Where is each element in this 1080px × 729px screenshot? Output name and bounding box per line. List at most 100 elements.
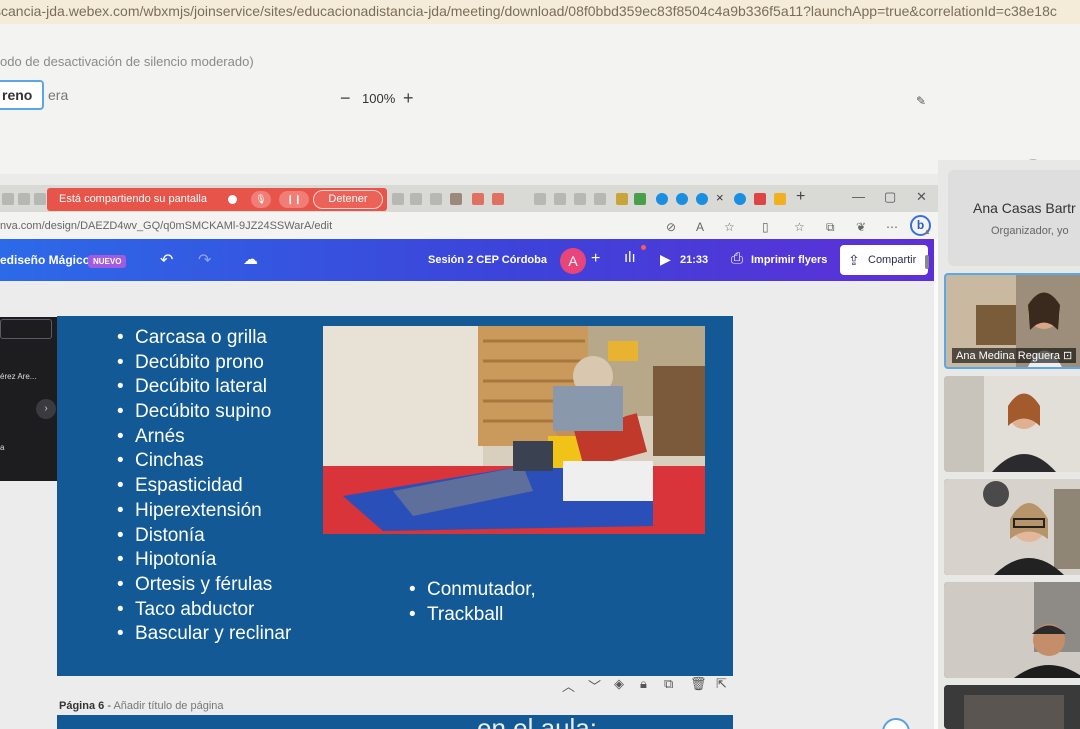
chevron-up-icon[interactable]: ︿ — [562, 676, 575, 695]
tab-icon[interactable] — [472, 193, 484, 205]
tab-icon[interactable] — [34, 193, 46, 205]
record-dot-icon — [228, 195, 237, 204]
organizer-card[interactable]: Ana Casas Bartr Organizador, yo — [948, 170, 1080, 266]
participant-video-active[interactable]: Ana Medina Reguera ⊡ — [944, 273, 1080, 369]
cloud-saved-icon[interactable]: ☁ — [243, 250, 258, 268]
favorites-icon[interactable]: ☆ — [794, 220, 805, 234]
split-screen-icon[interactable]: ▯ — [762, 220, 769, 234]
screen-share-bar: Está compartiendo su pantalla 🎙 ❙❙ Deten… — [47, 188, 387, 211]
lock-icon[interactable]: 🔒︎ — [640, 676, 647, 692]
chevron-down-icon[interactable]: ﹀ — [588, 676, 601, 695]
hide-page-icon[interactable]: ◈ — [614, 676, 624, 692]
tab-icon[interactable] — [774, 193, 786, 205]
delete-icon[interactable]: 🗑︎ — [690, 676, 707, 692]
tab-icon[interactable] — [450, 193, 462, 205]
tab-icon[interactable] — [392, 193, 404, 205]
new-tab-button[interactable]: + — [796, 188, 805, 206]
webex-url-text: scancia-jda.webex.com/wbxmjs/joinservice… — [0, 3, 1057, 19]
canva-editor: érez Are... › a Carcasa o grillaDecúbito… — [0, 281, 934, 729]
tab-icon[interactable] — [410, 193, 422, 205]
read-aloud-icon[interactable]: A — [696, 220, 704, 234]
tab-icon[interactable] — [676, 193, 688, 205]
avatar[interactable]: A — [560, 248, 586, 274]
bullet-item[interactable]: Distonía — [117, 524, 291, 549]
tab-icon[interactable] — [734, 193, 746, 205]
share-button[interactable]: ⇪ Compartir — [840, 245, 928, 275]
bullet-item[interactable]: Bascular y reclinar — [117, 622, 291, 647]
bullet-item[interactable]: Hiperextensión — [117, 499, 291, 524]
zoom-in-button[interactable]: + — [403, 88, 414, 109]
magic-design-label[interactable]: ediseño Mágico — [0, 253, 90, 267]
insights-icon[interactable]: ılı — [624, 249, 636, 266]
print-flyers-button[interactable]: Imprimir flyers — [751, 254, 827, 266]
scroll-up-arrow[interactable]: ▲ — [923, 227, 931, 236]
redo-icon[interactable]: ↷ — [198, 250, 211, 270]
tab-icon[interactable] — [574, 193, 586, 205]
bullet-item[interactable]: Cinchas — [117, 449, 291, 474]
stop-sharing-button[interactable]: Detener — [313, 190, 383, 209]
page-label[interactable]: Página 6 - Añadir título de página — [59, 700, 224, 712]
annotate-icon[interactable]: ✎ — [916, 94, 926, 108]
tab-icon[interactable] — [656, 193, 668, 205]
scrollbar-thumb[interactable] — [925, 255, 929, 269]
participant-video[interactable] — [944, 376, 1080, 472]
eye-off-icon[interactable]: ⊘ — [666, 220, 676, 234]
slide-photo[interactable] — [323, 326, 705, 534]
bullet-item[interactable]: Hipotonía — [117, 548, 291, 573]
mic-icon[interactable]: 🎙 — [251, 191, 271, 208]
tab-close-icon[interactable]: × — [716, 190, 724, 205]
tab-icon[interactable] — [534, 193, 546, 205]
browser-address-bar[interactable]: nva.com/design/DAEZD4wv_GQ/q0mSMCKAMl-9J… — [0, 212, 938, 239]
tab-icon[interactable] — [18, 193, 30, 205]
bullet-item[interactable]: Espasticidad — [117, 474, 291, 499]
bullet-item[interactable]: Carcasa o grilla — [117, 326, 291, 351]
panel-search-input[interactable] — [0, 319, 52, 339]
bullet-item[interactable]: Decúbito supino — [117, 400, 291, 425]
zoom-out-button[interactable]: − — [340, 88, 351, 109]
tab-icon[interactable] — [696, 193, 708, 205]
undo-icon[interactable]: ↶ — [160, 250, 173, 270]
design-title[interactable]: Sesión 2 CEP Córdoba — [428, 254, 547, 266]
bullet-item[interactable]: Trackball — [409, 603, 536, 628]
present-time[interactable]: 21:33 — [680, 254, 708, 266]
maximize-button[interactable]: ▢ — [884, 189, 896, 205]
favorite-star-icon[interactable]: ☆ — [724, 220, 735, 234]
page-title-placeholder[interactable]: Añadir título de página — [113, 700, 223, 712]
tab-icon[interactable] — [634, 193, 646, 205]
panel-item-text[interactable]: érez Are... — [0, 372, 36, 381]
participant-video[interactable] — [944, 685, 1080, 729]
tab-icon[interactable] — [430, 193, 442, 205]
minimize-button[interactable]: — — [852, 189, 865, 204]
duplicate-icon[interactable]: ⧉ — [664, 676, 673, 692]
present-play-icon[interactable]: ▶ — [660, 251, 671, 268]
add-collaborator-icon[interactable]: + — [591, 250, 600, 268]
bullet-item[interactable]: Ortesis y férulas — [117, 573, 291, 598]
webex-url-bar[interactable]: scancia-jda.webex.com/wbxmjs/joinservice… — [0, 0, 1080, 24]
bullet-item[interactable]: Decúbito prono — [117, 351, 291, 376]
bullet-item[interactable]: Taco abductor — [117, 598, 291, 623]
tab-icon[interactable] — [754, 193, 766, 205]
print-icon[interactable]: ⎙ — [731, 250, 743, 267]
participant-video[interactable] — [944, 582, 1080, 678]
participant-video[interactable] — [944, 479, 1080, 575]
tab-icon[interactable] — [594, 193, 606, 205]
collections-icon[interactable]: ⧉ — [826, 220, 835, 235]
pause-icon[interactable]: ❙❙ — [279, 191, 309, 208]
address-url[interactable]: nva.com/design/DAEZD4wv_GQ/q0mSMCKAMl-9J… — [0, 220, 332, 232]
tab-icon[interactable] — [616, 193, 628, 205]
window-close-button[interactable]: ✕ — [916, 189, 927, 205]
chevron-right-icon[interactable]: › — [36, 399, 56, 419]
slide-page-6[interactable]: Carcasa o grillaDecúbito pronoDecúbito l… — [57, 316, 733, 676]
extensions-icon[interactable]: ❦ — [856, 220, 866, 234]
tab-icon[interactable] — [554, 193, 566, 205]
participant-video-image — [944, 685, 1080, 729]
next-slide[interactable]: en el aula: — [57, 715, 733, 729]
bullet-item[interactable]: Decúbito lateral — [117, 375, 291, 400]
more-icon[interactable]: ⋯ — [886, 220, 898, 234]
bullet-item[interactable]: Conmutador, — [409, 578, 536, 603]
add-page-icon[interactable]: ⇱ — [716, 676, 727, 692]
view-mode-button[interactable]: reno — [0, 80, 44, 110]
tab-icon[interactable] — [492, 193, 504, 205]
bullet-item[interactable]: Arnés — [117, 425, 291, 450]
tab-icon[interactable] — [2, 193, 14, 205]
